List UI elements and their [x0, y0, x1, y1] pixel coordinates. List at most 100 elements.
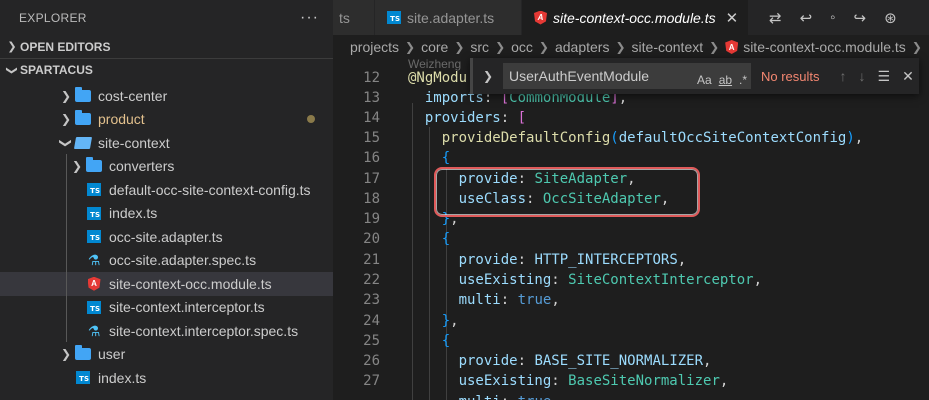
tree-item-label: converters: [109, 158, 175, 175]
tree-file[interactable]: ⚗ site-context.interceptor.spec.ts: [0, 319, 333, 343]
close-tab-icon[interactable]: ✕: [726, 9, 739, 27]
tree-file[interactable]: ⚗ occ-site.adapter.spec.ts: [0, 249, 333, 273]
find-status: No results: [761, 68, 820, 84]
line-number: 23: [363, 292, 380, 308]
tree-file[interactable]: TS index.ts: [0, 366, 333, 390]
tree-file[interactable]: TS default-occ-site-context-config.ts: [0, 178, 333, 202]
line-number: 12: [363, 70, 380, 86]
tree-file[interactable]: TS index.ts: [0, 202, 333, 226]
line-number: 19: [363, 211, 380, 227]
git-lens-icon[interactable]: ⊛: [884, 9, 897, 27]
tree-item-label: occ-site.adapter.ts: [109, 228, 223, 245]
commit-node-icon[interactable]: ◦: [830, 9, 835, 26]
go-back-change-icon[interactable]: ↩: [800, 9, 813, 27]
editor-actions: ⇄ ↩ ◦ ↪ ⊛: [749, 0, 929, 35]
tree-file[interactable]: TS site-context.interceptor.ts: [0, 296, 333, 320]
tree-item-label: index.ts: [109, 205, 158, 222]
workspace-label: SPARTACUS: [20, 63, 93, 77]
tree-folder[interactable]: ❯ user: [0, 343, 333, 367]
ts-file-icon: TS: [86, 183, 102, 197]
breadcrumb-item[interactable]: site-context: [632, 39, 704, 55]
folder-icon: [75, 86, 91, 103]
chevron-right-icon: ❯: [71, 159, 83, 174]
line-number: 14: [363, 110, 380, 126]
tree-item-label: occ-site.adapter.spec.ts: [109, 252, 257, 269]
find-in-selection-icon[interactable]: ☰: [878, 68, 891, 85]
tree-item-label: default-occ-site-context-config.ts: [109, 181, 311, 198]
angular-icon: A: [534, 10, 547, 25]
folder-icon: [73, 136, 93, 150]
tree-item-label: product: [98, 111, 145, 128]
tab-label: site.adapter.ts: [407, 9, 495, 26]
line-number: 15: [363, 130, 380, 146]
line-number: 16: [363, 150, 380, 166]
tree-item-label: site-context-occ.module.ts: [109, 275, 272, 292]
tree-file[interactable]: TS occ-site.adapter.ts: [0, 225, 333, 249]
line-number-gutter: 12 13 14 15 16 17 18 19 20 21 22 23 24 25 26 27: [333, 59, 383, 400]
tree-folder[interactable]: ❯ product: [0, 108, 333, 132]
explorer-sidebar: EXPLORER ··· ❯ OPEN EDITORS ❯ SPARTACUS …: [0, 0, 333, 400]
more-actions-icon[interactable]: ···: [300, 9, 319, 27]
codelens-author: Weizheng: [408, 57, 462, 71]
flask-icon: ⚗: [87, 252, 101, 269]
tree-folder[interactable]: ❯ site-context: [0, 131, 333, 155]
flask-icon: ⚗: [87, 322, 101, 339]
code-line-22: useExisting: SiteContextInterceptor,: [458, 272, 763, 288]
code-line-16: {: [441, 150, 451, 166]
match-case-icon[interactable]: Aa: [697, 73, 712, 87]
chevron-right-icon[interactable]: ❯: [479, 69, 497, 83]
go-forward-change-icon[interactable]: ↪: [853, 9, 866, 27]
whole-word-icon[interactable]: ab: [719, 73, 732, 87]
workspace-section[interactable]: ❯ SPARTACUS: [0, 58, 333, 81]
close-icon[interactable]: ✕: [902, 68, 914, 85]
tree-item-label: site-context: [98, 134, 170, 151]
code-line-24: },: [441, 313, 459, 329]
chevron-right-icon: ❯: [709, 40, 720, 54]
find-actions: ↑ ↓ ☰ ✕: [840, 68, 914, 85]
ts-file-icon: TS: [86, 300, 102, 314]
chevron-right-icon: ❯: [538, 40, 549, 54]
line-number: 24: [363, 313, 380, 329]
tree-item-label: site-context.interceptor.spec.ts: [109, 322, 299, 339]
arrow-down-icon[interactable]: ↓: [859, 68, 866, 85]
chevron-right-icon: ❯: [911, 40, 922, 54]
line-number: 21: [363, 252, 380, 268]
folder-icon: [75, 345, 91, 361]
explorer-header: EXPLORER ···: [0, 0, 333, 35]
open-editors-section[interactable]: ❯ OPEN EDITORS: [0, 35, 333, 58]
breadcrumb: projects ❯ core ❯ src ❯ occ ❯ adapters ❯ site-cont…: [333, 35, 929, 59]
find-input-wrapper: Aa ab .*: [497, 63, 751, 89]
tab-label: ts: [339, 9, 350, 26]
breadcrumb-item[interactable]: adapters: [555, 39, 609, 55]
tab-label: site-context-occ.module.ts: [553, 9, 716, 26]
tree-item-label: index.ts: [98, 369, 147, 386]
folder-icon: [86, 157, 102, 173]
tab-site-adapter[interactable]: TS site.adapter.ts: [375, 0, 522, 35]
find-widget: ❯ Aa ab .* No results ↑ ↓ ☰ ✕: [470, 58, 919, 94]
ts-file-icon: TS: [86, 206, 102, 220]
code-line-26: provide: BASE_SITE_NORMALIZER,: [458, 353, 712, 369]
breadcrumb-item[interactable]: occ: [511, 39, 533, 55]
chevron-right-icon: ❯: [7, 41, 17, 53]
code-line-25: {: [441, 333, 451, 349]
code-line-20: {: [441, 231, 451, 247]
code-editor[interactable]: Weizheng @NgModu imports: [CommonModule]…: [408, 57, 929, 400]
breadcrumb-item[interactable]: projects: [350, 39, 399, 55]
breadcrumb-item[interactable]: src: [470, 39, 489, 55]
arrow-up-icon[interactable]: ↑: [840, 68, 847, 85]
tab-site-context-occ-module[interactable]: A site-context-occ.module.ts ✕: [522, 0, 749, 35]
ts-file-icon: TS: [75, 371, 91, 385]
compare-changes-icon[interactable]: ⇄: [769, 9, 782, 27]
regex-icon[interactable]: .*: [739, 73, 747, 87]
breadcrumb-item[interactable]: core: [421, 39, 448, 55]
tab-partial[interactable]: ts: [333, 0, 375, 35]
find-options: Aa ab .*: [697, 73, 747, 87]
code-line-15: provideDefaultConfig(defaultOccSiteConte…: [441, 130, 864, 146]
explorer-title: EXPLORER: [19, 10, 87, 25]
tree-folder[interactable]: ❯ converters: [0, 155, 333, 179]
tree-file[interactable]: Asite-context-occ.module.ts: [0, 272, 333, 296]
chevron-right-icon: ❯: [60, 88, 72, 103]
tree-folder[interactable]: ❯ cost-center: [0, 84, 333, 108]
chevron-right-icon: ❯: [60, 347, 72, 362]
breadcrumb-item[interactable]: site-context-occ.module.ts: [743, 39, 906, 55]
